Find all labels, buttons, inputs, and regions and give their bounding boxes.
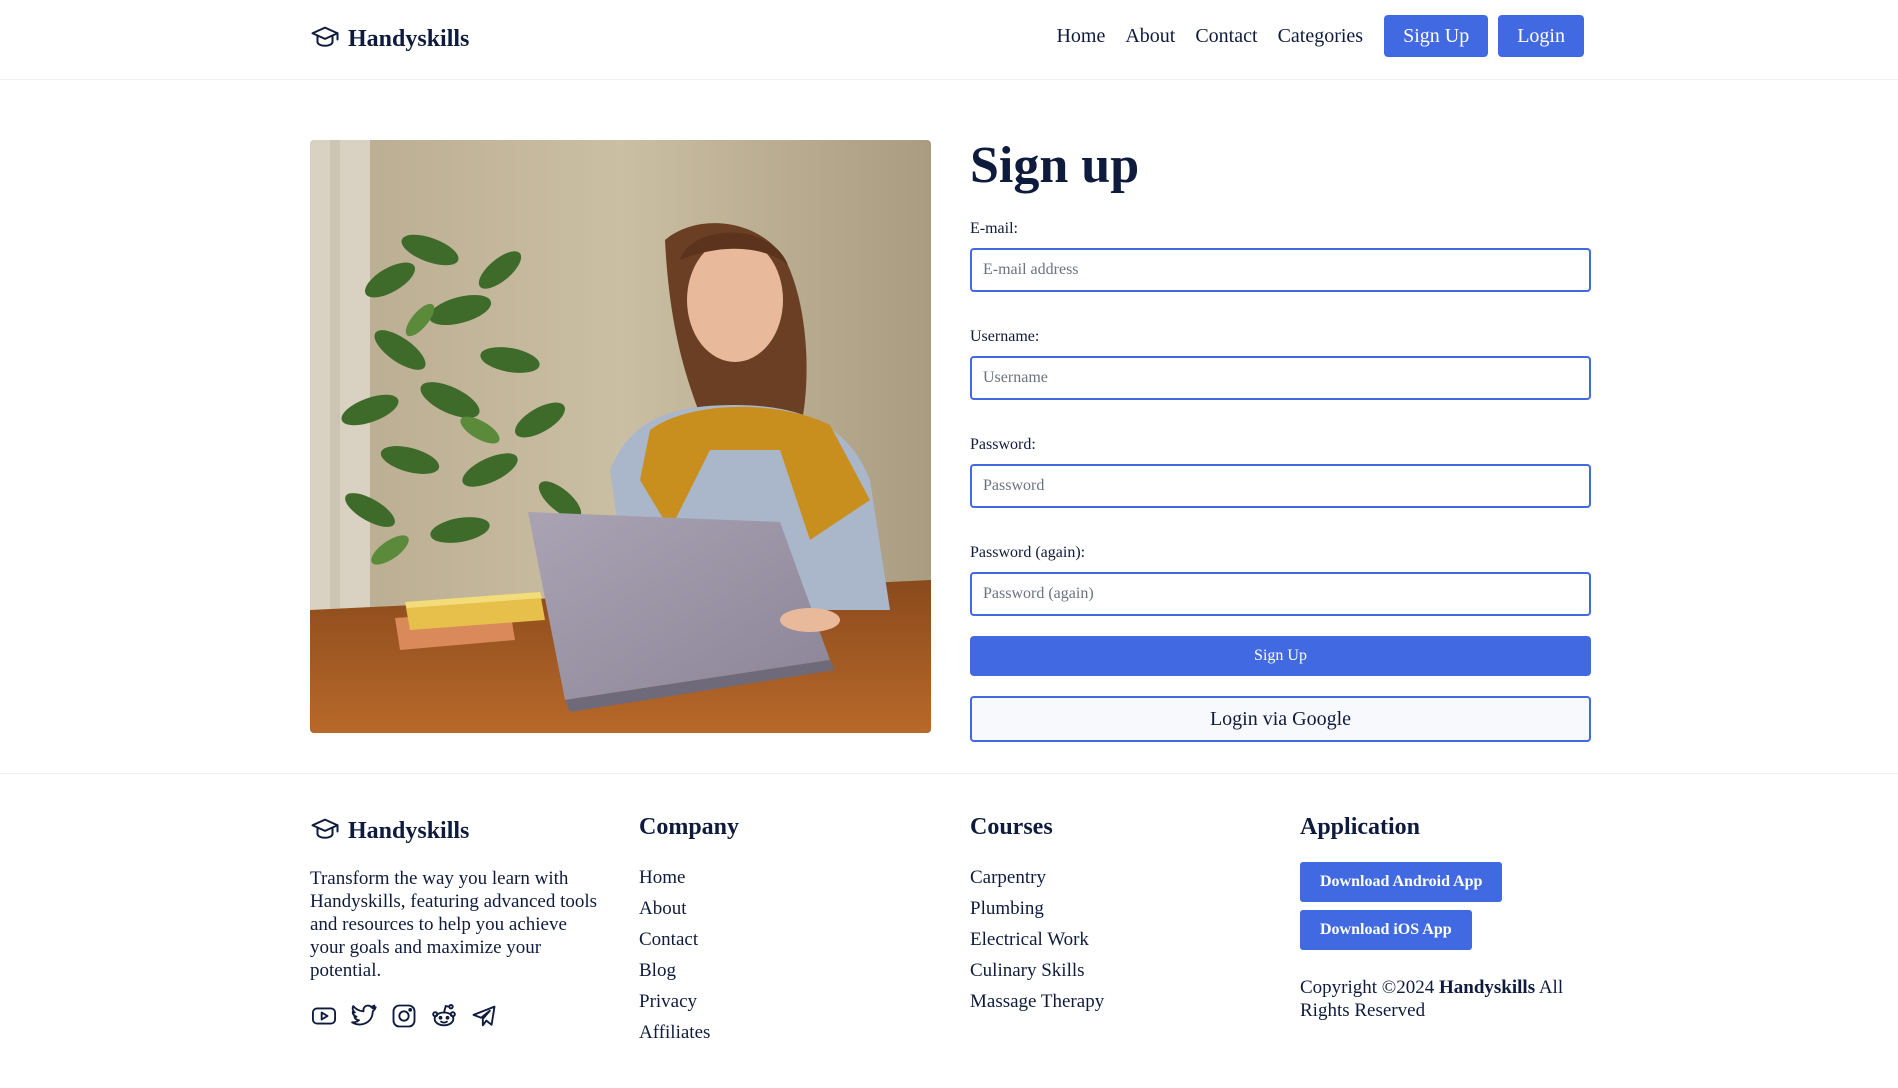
username-field[interactable] — [970, 356, 1591, 400]
password-again-field[interactable] — [970, 572, 1591, 616]
nav-contact[interactable]: Contact — [1195, 25, 1257, 48]
courses-title: Courses — [970, 814, 1053, 840]
footer-courses-column: Courses Carpentry Plumbing Electrical Wo… — [970, 814, 1104, 1017]
footer-link-home[interactable]: Home — [639, 862, 739, 893]
footer-link-blog[interactable]: Blog — [639, 955, 739, 986]
password-again-label: Password (again): — [970, 544, 1086, 561]
footer-link-about[interactable]: About — [639, 893, 739, 924]
footer-link-privacy[interactable]: Privacy — [639, 986, 739, 1017]
brand-name: Handyskills — [348, 26, 470, 52]
password-label: Password: — [970, 436, 1036, 453]
site-footer: Handyskills Transform the way you learn … — [0, 773, 1898, 1088]
footer-link-plumbing[interactable]: Plumbing — [970, 893, 1104, 924]
hero-image — [310, 140, 931, 733]
youtube-icon[interactable] — [310, 1002, 338, 1030]
page-title: Sign up — [970, 137, 1140, 194]
nav-about[interactable]: About — [1125, 25, 1175, 48]
header-signup-button[interactable]: Sign Up — [1384, 15, 1489, 57]
footer-link-electrical-work[interactable]: Electrical Work — [970, 924, 1104, 955]
footer-application-column: Application Download Android App Downloa… — [1300, 814, 1600, 1022]
graduation-cap-icon — [310, 22, 340, 57]
social-links — [310, 1002, 498, 1030]
username-label: Username: — [970, 328, 1040, 345]
footer-brand-name: Handyskills — [348, 818, 470, 844]
main-nav: Home About Contact Categories Sign Up Lo… — [1056, 15, 1584, 57]
email-label: E-mail: — [970, 220, 1018, 237]
company-title: Company — [639, 814, 740, 840]
signup-submit-button[interactable]: Sign Up — [970, 636, 1591, 676]
copyright-brand: Handyskills — [1439, 977, 1536, 998]
footer-link-massage-therapy[interactable]: Massage Therapy — [970, 986, 1104, 1017]
graduation-cap-icon — [310, 814, 340, 849]
copyright: Copyright ©2024 Handyskills All Rights R… — [1300, 976, 1600, 1022]
footer-link-affiliates[interactable]: Affiliates — [639, 1017, 739, 1048]
instagram-icon[interactable] — [390, 1002, 418, 1030]
header-logo[interactable]: Handyskills — [310, 22, 469, 57]
password-field[interactable] — [970, 464, 1591, 508]
footer-link-contact[interactable]: Contact — [639, 924, 739, 955]
twitter-icon[interactable] — [350, 1002, 378, 1030]
footer-link-culinary-skills[interactable]: Culinary Skills — [970, 955, 1104, 986]
footer-link-carpentry[interactable]: Carpentry — [970, 862, 1104, 893]
application-title: Application — [1300, 814, 1421, 840]
signup-form: Sign up E-mail: Username: Password: Pass… — [970, 136, 1591, 742]
site-header: Handyskills Home About Contact Categorie… — [0, 0, 1898, 80]
google-login-button[interactable]: Login via Google — [970, 696, 1591, 742]
footer-company-column: Company Home About Contact Blog Privacy … — [639, 814, 739, 1048]
telegram-icon[interactable] — [470, 1002, 498, 1030]
copyright-prefix: Copyright ©2024 — [1300, 977, 1435, 998]
download-android-button[interactable]: Download Android App — [1300, 862, 1503, 902]
download-ios-button[interactable]: Download iOS App — [1300, 910, 1472, 950]
email-field[interactable] — [970, 248, 1591, 292]
nav-categories[interactable]: Categories — [1278, 25, 1364, 48]
nav-home[interactable]: Home — [1056, 25, 1105, 48]
footer-description: Transform the way you learn with Handysk… — [310, 868, 598, 981]
footer-logo[interactable]: Handyskills — [310, 814, 469, 849]
header-login-button[interactable]: Login — [1498, 15, 1584, 57]
reddit-icon[interactable] — [430, 1002, 458, 1030]
